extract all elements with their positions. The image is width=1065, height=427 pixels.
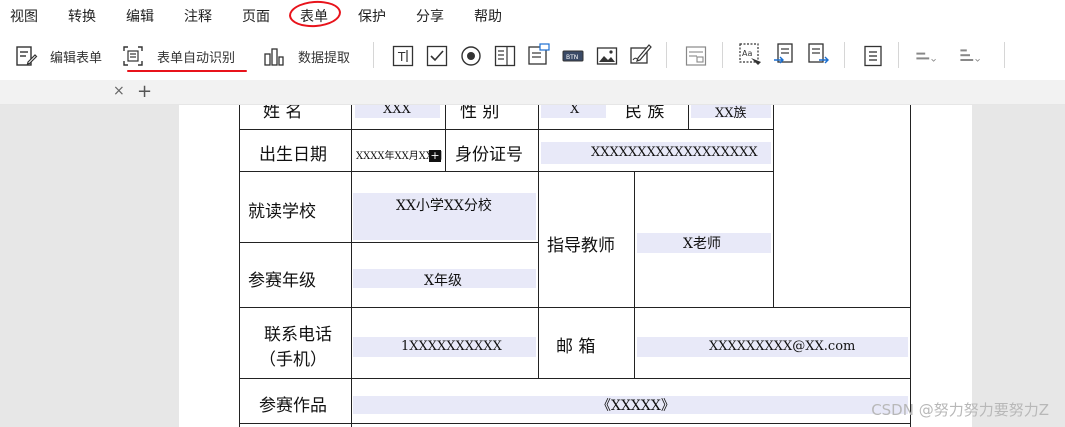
red-underline-annotation (127, 70, 247, 72)
id-number-label: 身份证号 (455, 145, 523, 165)
document-workspace[interactable]: 姓 名 XXX 性 别 X 民 族 XX族 出生日期 XXXX年XX月XX日 +… (0, 105, 1065, 427)
table-gridline (773, 105, 775, 307)
phone-label-line1: 联系电话 (264, 325, 332, 345)
menu-bar: 视图 转换 编辑 注释 页面 表单 保护 分享 帮助 (0, 0, 1065, 30)
gender-label: 性 别 (460, 105, 500, 122)
teacher-value: X老师 (683, 236, 721, 252)
svg-text:Aa: Aa (742, 49, 752, 58)
table-gridline (634, 172, 636, 307)
table-gridline (634, 307, 636, 379)
signature-field-icon[interactable] (629, 42, 653, 66)
field-list-icon[interactable] (861, 44, 885, 68)
table-gridline (239, 423, 911, 425)
work-label: 参赛作品 (259, 396, 327, 416)
data-extract-icon (262, 44, 286, 68)
table-gridline (239, 378, 911, 380)
data-extract-label: 数据提取 (298, 50, 351, 66)
distribute-dropdown-icon[interactable] (958, 44, 982, 68)
edit-form-icon (14, 44, 38, 68)
menu-share[interactable]: 分享 (416, 6, 444, 26)
text-field-icon[interactable]: T (391, 44, 415, 68)
align-dropdown-icon[interactable] (914, 44, 938, 68)
menu-convert[interactable]: 转换 (68, 6, 96, 26)
edit-form-button[interactable]: 编辑表单 (14, 41, 102, 71)
add-field-icon[interactable]: + (429, 150, 441, 162)
edit-form-label: 编辑表单 (50, 50, 103, 66)
import-data-icon[interactable] (772, 42, 796, 66)
ethnic-label: 民 族 (625, 105, 665, 122)
email-value: XXXXXXXXX@XX.com (709, 339, 856, 354)
new-tab-icon[interactable]: + (137, 81, 152, 102)
toolbar-separator (666, 42, 667, 68)
menu-page[interactable]: 页面 (242, 6, 270, 26)
button-field-icon[interactable]: BTN (561, 44, 585, 68)
radio-button-icon[interactable] (459, 44, 483, 68)
toolbar-separator (898, 42, 899, 68)
phone-label-line2: （手机） (259, 350, 327, 370)
menu-view[interactable]: 视图 (10, 6, 38, 26)
image-field-icon[interactable] (595, 44, 619, 68)
name-label: 姓 名 (263, 105, 303, 122)
work-value: 《XXXXX》 (597, 398, 675, 414)
recognize-text-icon[interactable]: Aa (738, 42, 762, 66)
toolbar-separator (722, 42, 723, 68)
school-label: 就读学校 (248, 202, 316, 222)
table-gridline (239, 307, 911, 309)
data-extract-button[interactable]: 数据提取 (262, 41, 350, 71)
table-gridline (688, 105, 690, 130)
school-value: XX小学XX分校 (396, 198, 492, 214)
table-gridline (239, 129, 774, 131)
menu-edit[interactable]: 编辑 (126, 6, 154, 26)
list-box-icon[interactable] (493, 44, 517, 68)
export-data-icon[interactable] (806, 42, 830, 66)
name-value: XXX (383, 105, 411, 117)
table-gridline (239, 242, 539, 244)
document-page: 姓 名 XXX 性 别 X 民 族 XX族 出生日期 XXXX年XX月XX日 +… (179, 105, 972, 427)
red-circle-annotation (288, 0, 342, 29)
toolbar-separator (844, 42, 845, 68)
grade-value: X年级 (424, 273, 462, 289)
toolbar-separator (373, 42, 374, 68)
birth-date-label: 出生日期 (259, 145, 327, 165)
document-tab-strip: × + (0, 80, 1065, 105)
menu-annotate[interactable]: 注释 (184, 6, 212, 26)
teacher-label: 指导教师 (547, 236, 615, 256)
form-toolbar: 编辑表单 表单自动识别 数据提取 T BTN Aa (0, 30, 1065, 80)
email-label: 邮 箱 (556, 337, 596, 357)
watermark-text: CSDN @努力努力要努力Z (871, 401, 1049, 419)
form-properties-icon[interactable] (684, 44, 708, 68)
menu-protect[interactable]: 保护 (358, 6, 386, 26)
dropdown-icon[interactable] (527, 42, 551, 66)
gender-value: X (570, 105, 580, 117)
ethnic-value: XX族 (715, 106, 747, 121)
auto-recognize-icon (121, 44, 145, 68)
id-number-value: XXXXXXXXXXXXXXXXXX (591, 145, 758, 160)
auto-recognize-button[interactable]: 表单自动识别 (121, 41, 235, 71)
grade-label: 参赛年级 (248, 271, 316, 291)
phone-value: 1XXXXXXXXXX (401, 339, 502, 354)
toolbar-separator (1004, 42, 1005, 68)
auto-recognize-label: 表单自动识别 (157, 50, 236, 66)
checkbox-icon[interactable] (425, 44, 449, 68)
svg-text:BTN: BTN (566, 54, 578, 61)
tab-close-icon[interactable]: × (113, 83, 125, 99)
table-gridline (239, 171, 774, 173)
table-gridline (445, 105, 447, 172)
menu-help[interactable]: 帮助 (474, 6, 502, 26)
svg-text:T: T (397, 50, 406, 64)
